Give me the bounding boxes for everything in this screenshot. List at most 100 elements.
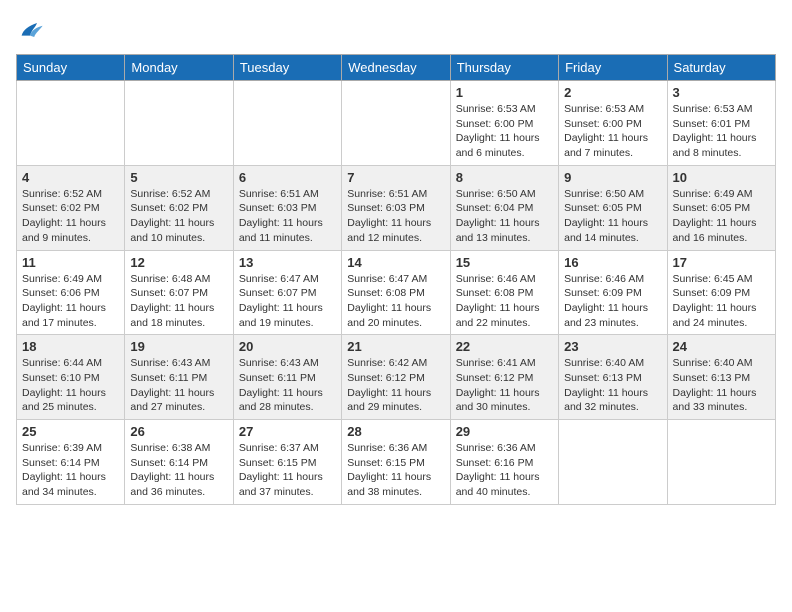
calendar-cell: 17 Sunrise: 6:45 AM Sunset: 6:09 PM Dayli… [667, 250, 775, 335]
calendar-cell: 28 Sunrise: 6:36 AM Sunset: 6:15 PM Dayli… [342, 420, 450, 505]
header [16, 16, 776, 44]
calendar-cell: 16 Sunrise: 6:46 AM Sunset: 6:09 PM Dayli… [559, 250, 667, 335]
day-number: 1 [456, 85, 553, 100]
day-info: Sunrise: 6:43 AM Sunset: 6:11 PM Dayligh… [239, 356, 336, 415]
calendar-cell: 24Sunrise: 6:40 AM Sunset: 6:13 PM Dayli… [667, 335, 775, 420]
calendar-cell [559, 420, 667, 505]
calendar-cell: 3 Sunrise: 6:53 AM Sunset: 6:01 PM Daylig… [667, 81, 775, 166]
day-info: Sunrise: 6:53 AM Sunset: 6:00 PM Dayligh… [456, 102, 553, 161]
day-info: Sunrise: 6:37 AM Sunset: 6:15 PM Dayligh… [239, 441, 336, 500]
day-number: 7 [347, 170, 444, 185]
day-number: 6 [239, 170, 336, 185]
calendar-cell: 14 Sunrise: 6:47 AM Sunset: 6:08 PM Dayli… [342, 250, 450, 335]
day-info: Sunrise: 6:36 AM Sunset: 6:15 PM Dayligh… [347, 441, 444, 500]
calendar: SundayMondayTuesdayWednesdayThursdayFrid… [16, 54, 776, 505]
calendar-cell: 23 Sunrise: 6:40 AM Sunset: 6:13 PM Dayli… [559, 335, 667, 420]
day-info: Sunrise: 6:45 AM Sunset: 6:09 PM Dayligh… [673, 272, 770, 331]
day-number: 25 [22, 424, 119, 439]
calendar-week-row: 4Sunrise: 6:52 AM Sunset: 6:02 PM Daylig… [17, 165, 776, 250]
day-number: 18 [22, 339, 119, 354]
calendar-cell: 6 Sunrise: 6:51 AM Sunset: 6:03 PM Daylig… [233, 165, 341, 250]
day-info: Sunrise: 6:48 AM Sunset: 6:07 PM Dayligh… [130, 272, 227, 331]
day-number: 16 [564, 255, 661, 270]
day-number: 20 [239, 339, 336, 354]
weekday-header-cell: Wednesday [342, 55, 450, 81]
day-info: Sunrise: 6:52 AM Sunset: 6:02 PM Dayligh… [130, 187, 227, 246]
calendar-cell: 20 Sunrise: 6:43 AM Sunset: 6:11 PM Dayli… [233, 335, 341, 420]
day-number: 12 [130, 255, 227, 270]
day-info: Sunrise: 6:53 AM Sunset: 6:01 PM Dayligh… [673, 102, 770, 161]
day-number: 22 [456, 339, 553, 354]
day-number: 8 [456, 170, 553, 185]
calendar-cell: 12 Sunrise: 6:48 AM Sunset: 6:07 PM Dayli… [125, 250, 233, 335]
day-number: 17 [673, 255, 770, 270]
day-info: Sunrise: 6:38 AM Sunset: 6:14 PM Dayligh… [130, 441, 227, 500]
weekday-header-cell: Sunday [17, 55, 125, 81]
day-number: 13 [239, 255, 336, 270]
calendar-cell: 2Sunrise: 6:53 AM Sunset: 6:00 PM Daylig… [559, 81, 667, 166]
day-info: Sunrise: 6:40 AM Sunset: 6:13 PM Dayligh… [564, 356, 661, 415]
day-number: 9 [564, 170, 661, 185]
day-info: Sunrise: 6:49 AM Sunset: 6:06 PM Dayligh… [22, 272, 119, 331]
calendar-cell: 8 Sunrise: 6:50 AM Sunset: 6:04 PM Daylig… [450, 165, 558, 250]
day-info: Sunrise: 6:36 AM Sunset: 6:16 PM Dayligh… [456, 441, 553, 500]
calendar-cell [667, 420, 775, 505]
day-number: 21 [347, 339, 444, 354]
day-info: Sunrise: 6:44 AM Sunset: 6:10 PM Dayligh… [22, 356, 119, 415]
day-number: 15 [456, 255, 553, 270]
day-info: Sunrise: 6:39 AM Sunset: 6:14 PM Dayligh… [22, 441, 119, 500]
calendar-cell: 21 Sunrise: 6:42 AM Sunset: 6:12 PM Dayli… [342, 335, 450, 420]
calendar-cell: 29 Sunrise: 6:36 AM Sunset: 6:16 PM Dayli… [450, 420, 558, 505]
day-info: Sunrise: 6:53 AM Sunset: 6:00 PM Dayligh… [564, 102, 661, 161]
calendar-week-row: 25 Sunrise: 6:39 AM Sunset: 6:14 PM Dayli… [17, 420, 776, 505]
day-number: 28 [347, 424, 444, 439]
calendar-cell: 11 Sunrise: 6:49 AM Sunset: 6:06 PM Dayli… [17, 250, 125, 335]
calendar-week-row: 1 Sunrise: 6:53 AM Sunset: 6:00 PM Daylig… [17, 81, 776, 166]
calendar-cell [342, 81, 450, 166]
day-number: 23 [564, 339, 661, 354]
day-info: Sunrise: 6:49 AM Sunset: 6:05 PM Dayligh… [673, 187, 770, 246]
calendar-body: 1 Sunrise: 6:53 AM Sunset: 6:00 PM Daylig… [17, 81, 776, 505]
logo-icon [16, 16, 44, 44]
calendar-cell: 13Sunrise: 6:47 AM Sunset: 6:07 PM Dayli… [233, 250, 341, 335]
day-number: 14 [347, 255, 444, 270]
calendar-cell: 9 Sunrise: 6:50 AM Sunset: 6:05 PM Daylig… [559, 165, 667, 250]
calendar-cell: 25 Sunrise: 6:39 AM Sunset: 6:14 PM Dayli… [17, 420, 125, 505]
calendar-cell: 4Sunrise: 6:52 AM Sunset: 6:02 PM Daylig… [17, 165, 125, 250]
day-info: Sunrise: 6:47 AM Sunset: 6:08 PM Dayligh… [347, 272, 444, 331]
day-info: Sunrise: 6:46 AM Sunset: 6:09 PM Dayligh… [564, 272, 661, 331]
day-number: 26 [130, 424, 227, 439]
day-number: 3 [673, 85, 770, 100]
day-number: 5 [130, 170, 227, 185]
day-info: Sunrise: 6:42 AM Sunset: 6:12 PM Dayligh… [347, 356, 444, 415]
calendar-cell: 18 Sunrise: 6:44 AM Sunset: 6:10 PM Dayli… [17, 335, 125, 420]
day-info: Sunrise: 6:50 AM Sunset: 6:05 PM Dayligh… [564, 187, 661, 246]
weekday-header-cell: Saturday [667, 55, 775, 81]
day-number: 29 [456, 424, 553, 439]
logo [16, 16, 48, 44]
weekday-header-row: SundayMondayTuesdayWednesdayThursdayFrid… [17, 55, 776, 81]
calendar-cell [233, 81, 341, 166]
weekday-header-cell: Tuesday [233, 55, 341, 81]
calendar-cell: 15 Sunrise: 6:46 AM Sunset: 6:08 PM Dayli… [450, 250, 558, 335]
calendar-cell: 26 Sunrise: 6:38 AM Sunset: 6:14 PM Dayli… [125, 420, 233, 505]
calendar-week-row: 18 Sunrise: 6:44 AM Sunset: 6:10 PM Dayli… [17, 335, 776, 420]
day-info: Sunrise: 6:41 AM Sunset: 6:12 PM Dayligh… [456, 356, 553, 415]
calendar-cell: 22 Sunrise: 6:41 AM Sunset: 6:12 PM Dayli… [450, 335, 558, 420]
day-number: 27 [239, 424, 336, 439]
day-info: Sunrise: 6:46 AM Sunset: 6:08 PM Dayligh… [456, 272, 553, 331]
calendar-cell: 10 Sunrise: 6:49 AM Sunset: 6:05 PM Dayli… [667, 165, 775, 250]
day-info: Sunrise: 6:50 AM Sunset: 6:04 PM Dayligh… [456, 187, 553, 246]
calendar-cell: 27 Sunrise: 6:37 AM Sunset: 6:15 PM Dayli… [233, 420, 341, 505]
day-number: 11 [22, 255, 119, 270]
calendar-cell: 1 Sunrise: 6:53 AM Sunset: 6:00 PM Daylig… [450, 81, 558, 166]
weekday-header-cell: Friday [559, 55, 667, 81]
day-number: 10 [673, 170, 770, 185]
calendar-cell [125, 81, 233, 166]
calendar-cell: 19Sunrise: 6:43 AM Sunset: 6:11 PM Dayli… [125, 335, 233, 420]
calendar-week-row: 11 Sunrise: 6:49 AM Sunset: 6:06 PM Dayli… [17, 250, 776, 335]
weekday-header-cell: Thursday [450, 55, 558, 81]
day-number: 19 [130, 339, 227, 354]
day-info: Sunrise: 6:52 AM Sunset: 6:02 PM Dayligh… [22, 187, 119, 246]
day-info: Sunrise: 6:51 AM Sunset: 6:03 PM Dayligh… [239, 187, 336, 246]
